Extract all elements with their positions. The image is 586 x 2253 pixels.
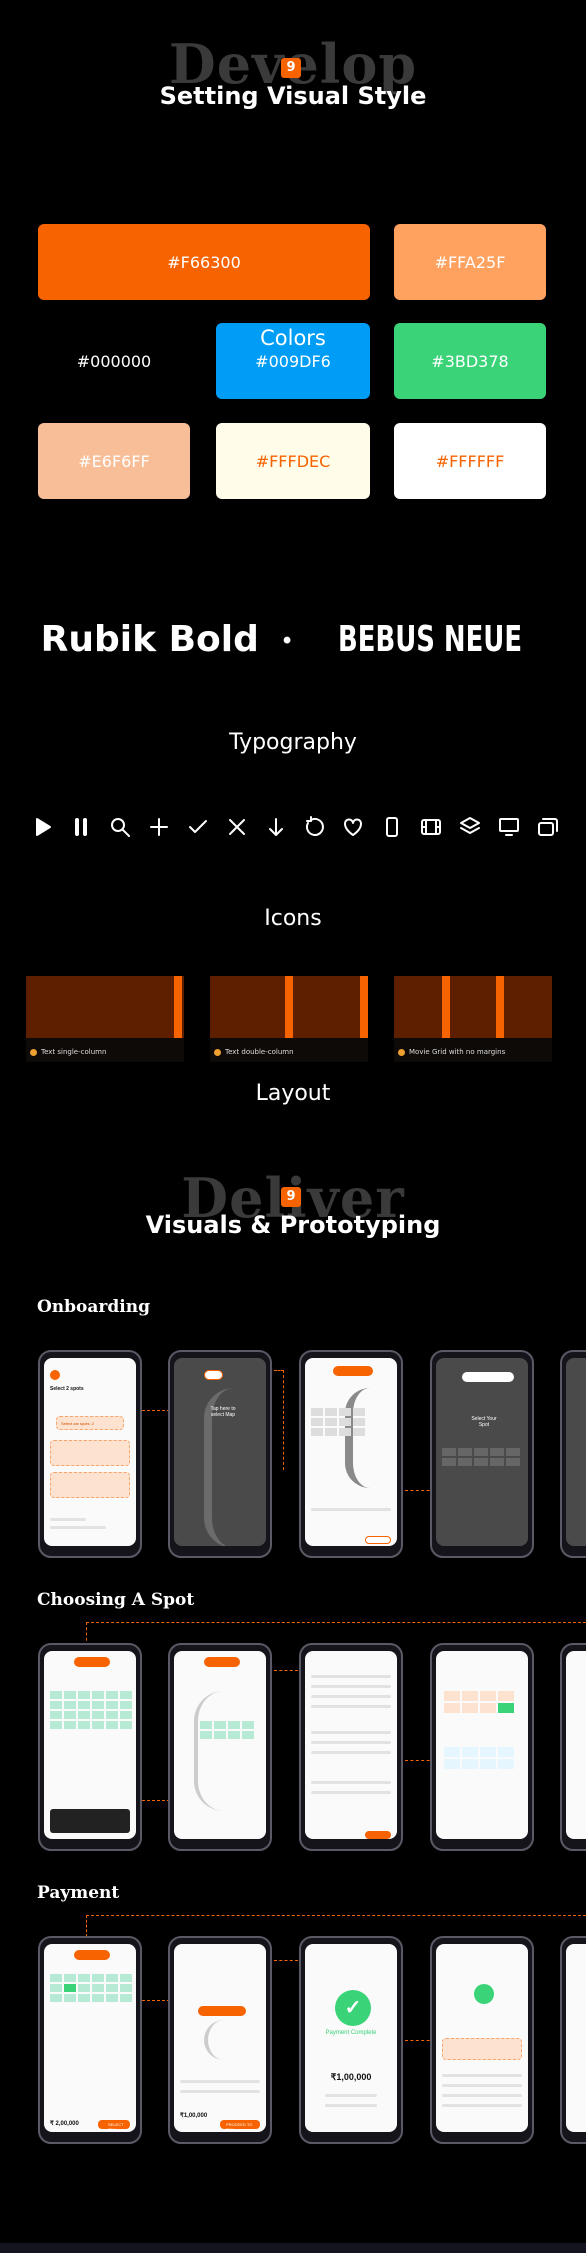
onboarding-banner: Select car spots: 2 — [61, 1421, 94, 1426]
payment-complete-amount: ₹1,00,000 — [330, 2072, 372, 2082]
deliver-subtitle: Visuals & Prototyping — [145, 1211, 441, 1239]
group-title-payment: Payment — [37, 1883, 120, 1903]
colors-title: Colors — [260, 326, 326, 350]
onboarding-tooltip: Tap here to select Map — [210, 1406, 236, 1418]
bullet-icon — [214, 1048, 221, 1056]
develop-badge: 9 — [281, 58, 301, 78]
layout-movie-grid: Movie Grid with no margins — [394, 976, 552, 1062]
heart-icon — [341, 815, 365, 839]
layers-icon — [458, 815, 482, 839]
monitor-icon — [497, 815, 521, 839]
phone-spot-2[interactable] — [168, 1643, 272, 1851]
bullet-icon — [30, 1048, 37, 1056]
footer-band — [0, 2243, 586, 2253]
icons-row — [30, 812, 560, 842]
phone-spot-4[interactable] — [430, 1643, 534, 1851]
proceed-to-pay-button[interactable]: PROCEED TO PAY — [226, 2122, 260, 2132]
layout-caption: Movie Grid with no margins — [409, 1048, 506, 1056]
layout-caption: Text single-column — [41, 1048, 107, 1056]
font-sample-rubik: Rubik Bold — [40, 619, 259, 660]
phone-onboarding-5-partial[interactable] — [560, 1350, 586, 1558]
phone-payment-3[interactable]: ✓ Payment Complete ₹1,00,000 — [299, 1936, 403, 2144]
arrow-down-icon — [264, 815, 288, 839]
payment-status: Payment Complete — [325, 2030, 377, 2036]
onboarding-tooltip-2: Select Your Spot — [471, 1416, 497, 1428]
layout-single-column: Text single-column — [26, 976, 184, 1062]
color-swatch: #000000 — [38, 323, 190, 399]
icons-label: Icons — [264, 906, 322, 931]
phone-payment-5-partial[interactable] — [560, 1936, 586, 2144]
page: Develop 9 Setting Visual Style #F66300#F… — [0, 0, 586, 2253]
film-icon — [419, 815, 443, 839]
group-title-choosing-spot: Choosing A Spot — [37, 1590, 195, 1610]
refresh-icon — [302, 815, 326, 839]
phone-onboarding-3[interactable] — [299, 1350, 403, 1558]
search-icon — [108, 815, 132, 839]
color-swatch: #E6F6FF — [38, 423, 190, 499]
color-swatch: #FFFDEC — [216, 423, 370, 499]
phone-payment-4[interactable] — [430, 1936, 534, 2144]
phone-spot-1[interactable] — [38, 1643, 142, 1851]
color-swatch: #F66300 — [38, 224, 370, 300]
windows-icon — [536, 815, 560, 839]
layout-caption: Text double-column — [225, 1048, 294, 1056]
check-icon — [186, 815, 210, 839]
payment-amount: ₹ 2,00,000 — [50, 2121, 79, 2127]
phone-onboarding-1[interactable]: Select 2 spots Select car spots: 2 — [38, 1350, 142, 1558]
layout-label: Layout — [255, 1081, 331, 1106]
color-swatch: #FFFFFF — [394, 423, 546, 499]
phone-onboarding-2[interactable]: Tap here to select Map — [168, 1350, 272, 1558]
plus-icon — [147, 815, 171, 839]
color-swatch: #3BD378 — [394, 323, 546, 399]
font-separator: • — [282, 627, 292, 655]
close-icon — [225, 815, 249, 839]
develop-subtitle: Setting Visual Style — [159, 82, 427, 110]
phone-spot-5-partial[interactable] — [560, 1643, 586, 1851]
group-title-onboarding: Onboarding — [37, 1297, 150, 1317]
phone-icon — [380, 815, 404, 839]
success-check-icon: ✓ — [335, 1990, 371, 2026]
phone-spot-3[interactable] — [299, 1643, 403, 1851]
payment-amount-2: ₹1,00,000 — [180, 2113, 208, 2119]
typography-label: Typography — [229, 730, 357, 755]
font-sample-bebas: BEBUS NEUE — [338, 619, 523, 660]
phone-onboarding-4[interactable]: Select Your Spot — [430, 1350, 534, 1558]
play-icon — [30, 815, 54, 839]
phone-payment-1[interactable]: ₹ 2,00,000 SELECT PAY — [38, 1936, 142, 2144]
pause-icon — [69, 815, 93, 839]
deliver-badge: 9 — [281, 1187, 301, 1207]
typography-sample: Rubik Bold • BEBUS NEUE — [0, 618, 586, 660]
onboarding-screen-title: Select 2 spots — [50, 1386, 84, 1392]
select-pay-button[interactable]: SELECT PAY — [108, 2122, 130, 2132]
layout-double-column: Text double-column — [210, 976, 368, 1062]
phone-payment-2[interactable]: ₹1,00,000 PROCEED TO PAY — [168, 1936, 272, 2144]
bullet-icon — [398, 1048, 405, 1056]
color-swatch: #FFA25F — [394, 224, 546, 300]
